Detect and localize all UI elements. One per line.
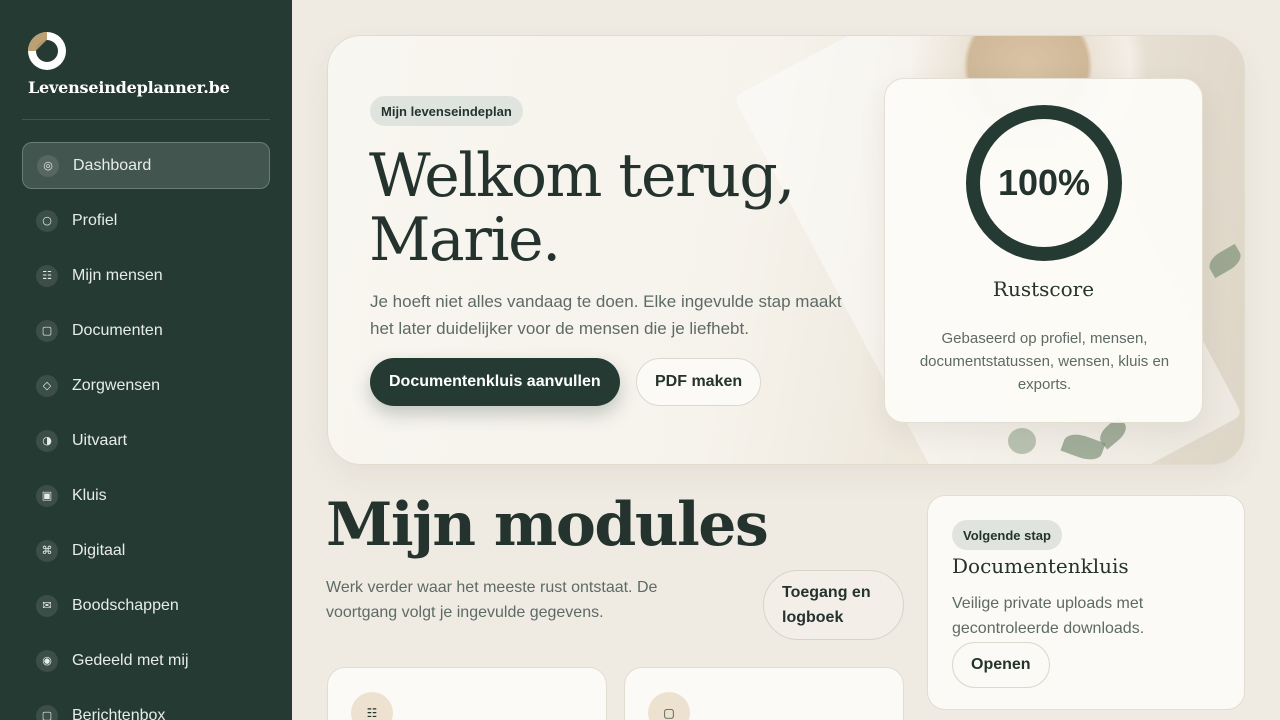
documents-icon: ▢ (648, 692, 690, 720)
hero-card: Mijn levenseindeplan Welkom terug, Marie… (327, 35, 1245, 465)
sidebar-item-label: Dashboard (73, 156, 152, 174)
sidebar-item-berichtenbox[interactable]: ▢ Berichtenbox (22, 692, 270, 720)
module-card[interactable]: ☷ (327, 667, 607, 720)
sidebar-item-label: Documenten (72, 321, 163, 339)
sidebar-item-label: Uitvaart (72, 431, 128, 449)
shared-icon: ◉ (36, 649, 58, 672)
access-log-button[interactable]: Toegang en logboek (763, 570, 904, 640)
sidebar-item-label: Digitaal (72, 541, 126, 559)
profile-icon: ○ (36, 209, 58, 232)
next-step-description: Veilige private uploads met gecontroleer… (952, 595, 1145, 637)
sidebar-item-label: Boodschappen (72, 596, 179, 614)
score-label: Rustscore (992, 277, 1095, 301)
score-ring: 100% (966, 105, 1122, 261)
modules-subtitle: Werk verder waar het meeste rust ontstaa… (326, 579, 658, 621)
make-pdf-button[interactable]: PDF maken (636, 358, 762, 406)
rest-score-card: 100% Rustscore Gebaseerd op profiel, men… (884, 78, 1203, 423)
open-button[interactable]: Openen (952, 642, 1050, 688)
sidebar-item-digitaal[interactable]: ⌘ Digitaal (22, 527, 270, 574)
sidebar-item-gedeeld-met-mij[interactable]: ◉ Gedeeld met mij (22, 637, 270, 684)
sidebar-item-kluis[interactable]: ▣ Kluis (22, 472, 270, 519)
sidebar-item-label: Zorgwensen (72, 376, 161, 394)
welcome-title: Welkom terug, Marie. (369, 141, 795, 275)
next-step-title: Documentenkluis (952, 554, 1129, 578)
next-step-card: Volgende stap Documentenkluis Veilige pr… (927, 495, 1245, 710)
logo-icon[interactable] (28, 32, 66, 70)
documents-icon: ▢ (36, 319, 58, 342)
welcome-text: Je hoeft niet alles vandaag te doen. Elk… (370, 292, 842, 338)
sidebar-item-dashboard[interactable]: ◎ Dashboard (22, 142, 270, 189)
sidebar-item-label: Gedeeld met mij (72, 651, 189, 669)
sidebar-item-label: Mijn mensen (72, 266, 163, 284)
sidebar-item-label: Kluis (72, 486, 107, 504)
messages-icon: ✉ (36, 594, 58, 617)
sidebar-item-profiel[interactable]: ○ Profiel (22, 197, 270, 244)
leaf-decoration (1205, 243, 1244, 279)
sidebar-item-uitvaart[interactable]: ◑ Uitvaart (22, 417, 270, 464)
sidebar-nav: ◎ Dashboard ○ Profiel ☷ Mijn mensen ▢ Do… (22, 142, 270, 720)
plan-badge: Mijn levenseindeplan (370, 96, 523, 126)
dashboard-icon: ◎ (37, 154, 59, 177)
people-icon: ☷ (36, 264, 58, 287)
inbox-icon: ▢ (36, 704, 58, 720)
sidebar-item-zorgwensen[interactable]: ◇ Zorgwensen (22, 362, 270, 409)
document-vault-button[interactable]: Documentenkluis aanvullen (370, 358, 620, 406)
modules-title: Mijn modules (326, 490, 769, 560)
sidebar-item-label: Profiel (72, 211, 118, 229)
sidebar: Levenseindeplanner.be ◎ Dashboard ○ Prof… (0, 0, 292, 720)
sidebar-item-label: Berichtenbox (72, 706, 166, 720)
leaf-decoration (1008, 428, 1036, 454)
next-step-badge: Volgende stap (952, 520, 1062, 550)
sidebar-item-boodschappen[interactable]: ✉ Boodschappen (22, 582, 270, 629)
module-card[interactable]: ▢ (624, 667, 904, 720)
score-value: 100% (997, 162, 1091, 203)
people-icon: ☷ (351, 692, 393, 720)
score-description: Gebaseerd op profiel, mensen, documentst… (919, 330, 1170, 393)
vault-icon: ▣ (36, 484, 58, 507)
care-wishes-icon: ◇ (36, 374, 58, 397)
funeral-icon: ◑ (36, 429, 58, 452)
sidebar-item-documenten[interactable]: ▢ Documenten (22, 307, 270, 354)
sidebar-divider (22, 119, 270, 120)
sidebar-item-mijn-mensen[interactable]: ☷ Mijn mensen (22, 252, 270, 299)
brand-name[interactable]: Levenseindeplanner.be (28, 78, 230, 97)
digital-icon: ⌘ (36, 539, 58, 562)
